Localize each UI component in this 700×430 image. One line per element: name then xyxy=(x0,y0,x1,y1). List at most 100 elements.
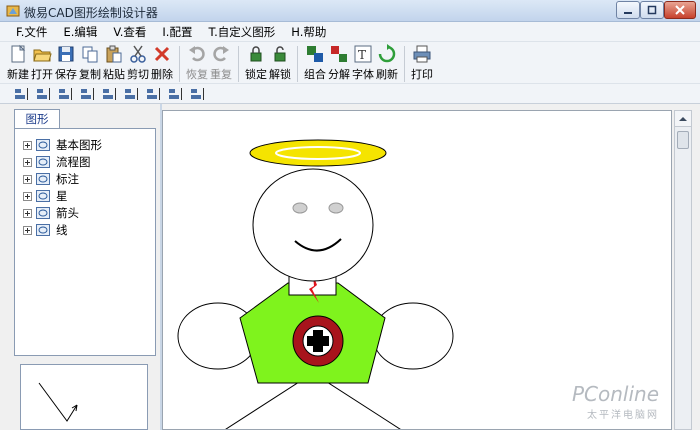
print-icon xyxy=(413,45,431,63)
menu-edit[interactable]: E.编辑 xyxy=(55,24,105,40)
toolbar-button-label: 复制 xyxy=(79,68,101,81)
toolbar-button-label: 分解 xyxy=(328,68,350,81)
copy-icon xyxy=(82,46,98,63)
same-width-icon[interactable] xyxy=(102,87,118,101)
delete-button[interactable]: 删除 xyxy=(150,44,174,82)
toolbar-separator xyxy=(238,46,239,82)
expand-icon[interactable] xyxy=(23,157,32,167)
toolbar-button-label: 字体 xyxy=(352,68,374,81)
center-vertical-icon[interactable] xyxy=(190,87,206,101)
align-toolbar xyxy=(0,84,700,104)
refresh-button[interactable]: 刷新 xyxy=(375,44,399,82)
toolbar-button-label: 解锁 xyxy=(269,68,291,81)
window-title: 微易CAD图形绘制设计器 xyxy=(24,6,158,20)
open-folder-icon xyxy=(33,49,52,62)
group-button[interactable]: 组合 xyxy=(303,44,327,82)
menu-bar: F.文件 E.编辑 V.查看 I.配置 T.自定义图形 H.帮助 xyxy=(0,22,700,42)
tree-item[interactable]: 箭头 xyxy=(23,205,79,221)
save-icon xyxy=(58,46,74,62)
paste-button[interactable]: 粘贴 xyxy=(102,44,126,82)
print-button[interactable]: 打印 xyxy=(410,44,434,82)
toolbar-button-label: 保存 xyxy=(55,68,77,81)
cut-icon xyxy=(130,45,146,63)
copy-button[interactable]: 复制 xyxy=(78,44,102,82)
maximize-button[interactable] xyxy=(640,1,664,19)
expand-icon[interactable] xyxy=(23,174,32,184)
shape-category-icon xyxy=(36,173,50,185)
align-left-icon[interactable] xyxy=(14,87,30,101)
redo-button[interactable]: 重复 xyxy=(209,44,233,82)
svg-text:T: T xyxy=(358,48,366,62)
toolbar-button-label: 剪切 xyxy=(127,68,149,81)
maximize-icon xyxy=(647,5,657,15)
close-button[interactable] xyxy=(664,1,696,19)
shape-category-icon xyxy=(36,190,50,202)
expand-icon[interactable] xyxy=(23,140,32,150)
same-height-icon[interactable] xyxy=(124,87,140,101)
expand-icon[interactable] xyxy=(23,208,32,218)
save-button[interactable]: 保存 xyxy=(54,44,78,82)
toolbar-button-label: 打开 xyxy=(31,68,53,81)
group-icon xyxy=(307,46,323,62)
left-eye-shape[interactable] xyxy=(292,202,308,214)
scroll-up-icon xyxy=(679,117,687,121)
canvas-area: PConline 太平洋电脑网 xyxy=(162,104,700,430)
tree-item[interactable]: 标注 xyxy=(23,171,79,187)
app-icon xyxy=(6,5,20,17)
same-size-icon[interactable] xyxy=(146,87,162,101)
scroll-thumb[interactable] xyxy=(677,131,689,149)
align-bottom-icon[interactable] xyxy=(80,87,96,101)
watermark: PConline 太平洋电脑网 xyxy=(572,382,659,421)
tab-shapes[interactable]: 图形 xyxy=(14,109,60,129)
expand-icon[interactable] xyxy=(23,225,32,235)
font-button[interactable]: T 字体 xyxy=(351,44,375,82)
head-shape[interactable] xyxy=(252,168,374,282)
shape-category-icon xyxy=(36,207,50,219)
menu-config[interactable]: I.配置 xyxy=(154,24,200,40)
line-preview-icon xyxy=(38,382,78,422)
open-folder-button[interactable]: 打开 xyxy=(30,44,54,82)
shape-category-icon xyxy=(36,139,50,151)
toolbar-button-label: 重复 xyxy=(210,68,232,81)
tree-item-label: 线 xyxy=(56,223,68,237)
delete-icon xyxy=(154,46,170,62)
minimize-button[interactable] xyxy=(616,1,640,19)
tree-item[interactable]: 星 xyxy=(23,188,68,204)
right-arm-shape[interactable] xyxy=(372,302,454,370)
expand-icon[interactable] xyxy=(23,191,32,201)
toolbar-button-label: 组合 xyxy=(304,68,326,81)
scroll-up-button[interactable] xyxy=(675,111,691,127)
unlock-icon xyxy=(274,46,286,62)
unlock-button[interactable]: 解锁 xyxy=(268,44,292,82)
refresh-icon xyxy=(378,44,396,63)
shape-panel: 图形 基本图形流程图 标注星箭头线 xyxy=(0,104,160,430)
align-right-icon[interactable] xyxy=(58,87,74,101)
vertical-scrollbar[interactable] xyxy=(674,110,692,430)
drawing-canvas[interactable]: PConline 太平洋电脑网 xyxy=(162,110,672,430)
new-file-button[interactable]: 新建 xyxy=(6,44,30,82)
tree-item-label: 基本图形 xyxy=(56,138,102,152)
menu-help[interactable]: H.帮助 xyxy=(283,24,334,40)
toolbar-separator xyxy=(404,46,405,82)
menu-custom-shape[interactable]: T.自定义图形 xyxy=(200,24,283,40)
undo-icon xyxy=(189,46,205,62)
tree-item[interactable]: 线 xyxy=(23,222,68,238)
undo-button[interactable]: 恢复 xyxy=(185,44,209,82)
tree-item-label: 箭头 xyxy=(56,206,79,220)
center-horizontal-icon[interactable] xyxy=(168,87,184,101)
menu-file[interactable]: F.文件 xyxy=(8,24,55,40)
toolbar-button-label: 刷新 xyxy=(376,68,398,81)
shape-category-icon xyxy=(36,224,50,236)
ungroup-button[interactable]: 分解 xyxy=(327,44,351,82)
halo-shape[interactable] xyxy=(249,139,387,167)
right-eye-shape[interactable] xyxy=(328,202,344,214)
main-toolbar: 新建 打开 保存 复制 粘贴 剪切 删除 恢复 重复 锁定 解锁 组合 分解 T 字体 刷新 打印 xyxy=(0,42,700,84)
tree-item[interactable]: 基本图形 xyxy=(23,137,102,153)
tree-item[interactable]: 流程图 xyxy=(23,154,91,170)
cut-button[interactable]: 剪切 xyxy=(126,44,150,82)
lock-button[interactable]: 锁定 xyxy=(244,44,268,82)
align-center-icon[interactable] xyxy=(36,87,52,101)
watermark-sub: 太平洋电脑网 xyxy=(587,410,659,421)
toolbar-button-label: 删除 xyxy=(151,68,173,81)
menu-view[interactable]: V.查看 xyxy=(105,24,154,40)
